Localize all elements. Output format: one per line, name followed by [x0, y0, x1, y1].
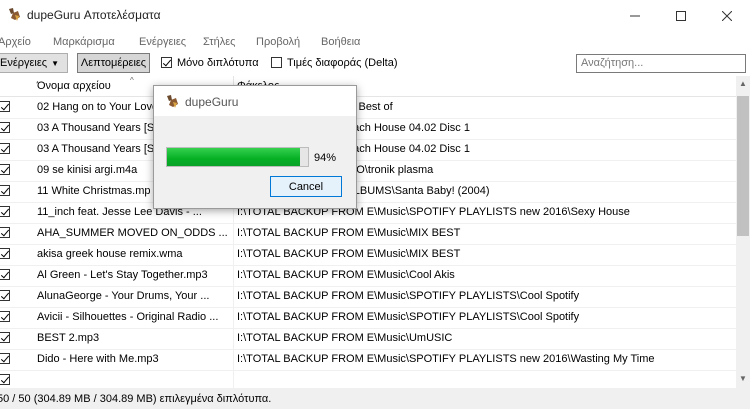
dialog-title: dupeGuru	[185, 95, 239, 109]
row-checkbox[interactable]	[0, 269, 10, 280]
table-row[interactable]: 09 se kinisi argi.m4a E\Music\Best 92.6\…	[0, 160, 736, 182]
cell-divider	[233, 244, 234, 265]
table-row[interactable]: BEST 2.mp3 I:\TOTAL BACKUP FROM E\Music\…	[0, 328, 736, 350]
status-text: 50 / 50 (304.89 MB / 304.89 MB) επιλεγμέ…	[0, 393, 272, 405]
dupes-only-label: Μόνο διπλότυπα	[177, 57, 259, 69]
close-button[interactable]	[704, 0, 750, 31]
cell-filename: Dido - Here with Me.mp3	[37, 353, 159, 365]
row-checkbox[interactable]	[0, 164, 10, 175]
dialog-title-bar: dupeGuru	[154, 86, 356, 116]
cell-filename: AHA_SUMMER MOVED ON_ODDS ...	[37, 227, 228, 239]
table-row[interactable]: Avicii - Silhouettes - Original Radio ..…	[0, 307, 736, 329]
maximize-icon	[676, 10, 686, 21]
row-checkbox[interactable]	[0, 101, 10, 112]
table-row[interactable]: 11_inch feat. Jesse Lee Davis - ... I:\T…	[0, 202, 736, 224]
table-row[interactable]: AHA_SUMMER MOVED ON_ODDS ... I:\TOTAL BA…	[0, 223, 736, 245]
table-row[interactable]: 03 A Thousand Years [S E\Music\Hed Kandi…	[0, 139, 736, 161]
dupes-only-checkbox[interactable]	[161, 57, 172, 68]
vertical-scrollbar[interactable]: ▲ ▼	[736, 76, 750, 388]
row-checkbox[interactable]	[0, 227, 10, 238]
cancel-button[interactable]: Cancel	[270, 176, 342, 197]
sort-asc-icon: ^	[130, 76, 134, 85]
minimize-icon	[630, 15, 640, 16]
cell-divider	[233, 286, 234, 307]
progress-percent: 94%	[314, 152, 337, 164]
scrollbar-thumb[interactable]	[737, 96, 749, 236]
progress-dialog: dupeGuru 94% Cancel	[153, 85, 357, 209]
dropdown-arrow-icon: ▼	[51, 58, 59, 68]
cell-folder: I:\TOTAL BACKUP FROM E\Music\SPOTIFY PLA…	[237, 311, 580, 323]
toolbar: Ενέργειες ▼ Λεπτομέρειες Μόνο διπλότυπα …	[0, 53, 750, 75]
cell-filename: BEST 2.mp3	[37, 332, 100, 344]
minimize-button[interactable]	[612, 0, 658, 31]
row-checkbox[interactable]	[0, 332, 10, 343]
cell-divider	[233, 307, 234, 328]
details-button[interactable]: Λεπτομέρειες	[77, 53, 150, 73]
scroll-up-arrow-icon[interactable]: ▲	[739, 79, 747, 88]
cell-divider	[233, 265, 234, 286]
cell-divider	[233, 328, 234, 349]
cell-folder: I:\TOTAL BACKUP FROM E\Music\SPOTIFY PLA…	[237, 353, 655, 365]
row-checkbox[interactable]	[0, 290, 10, 301]
cell-filename: akisa greek house remix.wma	[37, 248, 183, 260]
cell-folder: I:\TOTAL BACKUP FROM E\Music\MIX BEST	[237, 248, 461, 260]
menu-view[interactable]: Προβολή	[256, 36, 300, 48]
table-row[interactable]	[0, 370, 736, 388]
cell-folder: I:\TOTAL BACKUP FROM E\Music\Cool Akis	[237, 269, 455, 281]
status-bar: 50 / 50 (304.89 MB / 304.89 MB) επιλεγμέ…	[0, 388, 750, 409]
delta-values-label: Τιμές διαφοράς (Delta)	[287, 57, 398, 69]
cell-folder: I:\TOTAL BACKUP FROM E\Music\UmUSIC	[237, 332, 453, 344]
menu-columns[interactable]: Στήλες	[203, 36, 235, 48]
row-checkbox[interactable]	[0, 311, 10, 322]
menu-file[interactable]: Αρχείο	[0, 36, 31, 48]
table-row[interactable]: 11 White Christmas.mp E\Music\CHRISTMAS …	[0, 181, 736, 203]
table-row[interactable]: akisa greek house remix.wma I:\TOTAL BAC…	[0, 244, 736, 266]
cell-divider	[233, 370, 234, 388]
cell-folder: I:\TOTAL BACKUP FROM E\Music\SPOTIFY PLA…	[237, 290, 580, 302]
cell-divider	[233, 223, 234, 244]
menu-actions[interactable]: Ενέργειες	[139, 36, 186, 48]
row-checkbox[interactable]	[0, 248, 10, 259]
cell-divider	[233, 349, 234, 370]
close-icon	[722, 10, 732, 21]
delta-values-checkbox[interactable]	[271, 57, 282, 68]
table-row[interactable]: Dido - Here with Me.mp3 I:\TOTAL BACKUP …	[0, 349, 736, 371]
cell-filename: Al Green - Let's Stay Together.mp3	[37, 269, 208, 281]
table-row[interactable]: AlunaGeorge - Your Drums, Your ... I:\TO…	[0, 286, 736, 308]
results-table: Όνομα αρχείου ^ Φάκελος 02 Hang on to Yo…	[0, 76, 736, 388]
progress-bar	[166, 147, 309, 167]
table-row[interactable]: Al Green - Let's Stay Together.mp3 I:\TO…	[0, 265, 736, 287]
table-row[interactable]: 02 Hang on to Your Love E\Music\Sade\Sad…	[0, 97, 736, 119]
row-checkbox[interactable]	[0, 206, 10, 217]
dupeguru-app-icon	[167, 95, 178, 108]
menu-mark[interactable]: Μαρκάρισμα	[53, 36, 115, 48]
cell-filename: Avicii - Silhouettes - Original Radio ..…	[37, 311, 219, 323]
actions-dropdown-label: Ενέργειες	[0, 57, 48, 69]
row-checkbox[interactable]	[0, 374, 10, 385]
maximize-button[interactable]	[658, 0, 704, 31]
row-checkbox[interactable]	[0, 353, 10, 364]
column-header-filename[interactable]: Όνομα αρχείου	[37, 80, 111, 92]
title-bar: dupeGuru Αποτελέσματα	[0, 0, 750, 31]
actions-dropdown-button[interactable]: Ενέργειες ▼	[0, 53, 68, 73]
row-checkbox[interactable]	[0, 122, 10, 133]
scroll-down-arrow-icon[interactable]: ▼	[739, 374, 747, 383]
menu-help[interactable]: Βοήθεια	[321, 36, 360, 48]
progress-bar-fill	[167, 148, 300, 166]
dupeguru-app-icon	[9, 8, 20, 21]
window-title: dupeGuru Αποτελέσματα	[27, 8, 161, 22]
cell-folder: I:\TOTAL BACKUP FROM E\Music\MIX BEST	[237, 227, 461, 239]
search-input[interactable]: Αναζήτηση...	[576, 54, 746, 73]
table-row[interactable]: 03 A Thousand Years [S E\Music\Hed Kandi…	[0, 118, 736, 140]
row-checkbox[interactable]	[0, 185, 10, 196]
cell-filename: AlunaGeorge - Your Drums, Your ...	[37, 290, 210, 302]
row-checkbox[interactable]	[0, 143, 10, 154]
table-header: Όνομα αρχείου ^ Φάκελος	[0, 76, 736, 97]
menu-bar: Αρχείο Μαρκάρισμα Ενέργειες Στήλες Προβο…	[0, 33, 750, 53]
